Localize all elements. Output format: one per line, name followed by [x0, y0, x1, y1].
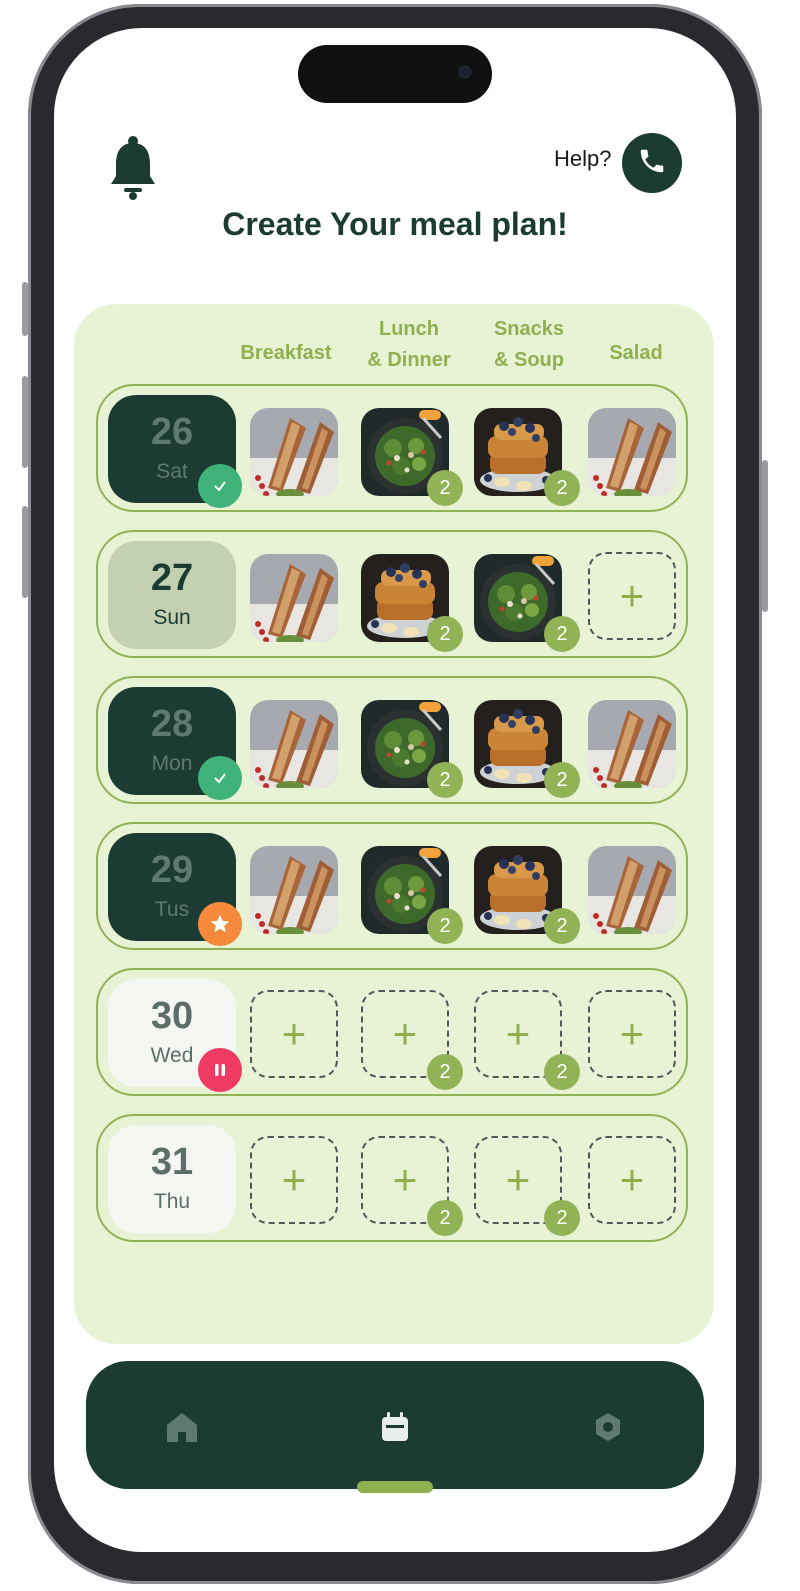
- star-icon: [209, 913, 231, 935]
- day-name: Sat: [156, 460, 188, 483]
- calendar-icon[interactable]: [377, 1409, 413, 1445]
- day-tile[interactable]: 27 Sun: [108, 541, 236, 649]
- plus-icon: +: [392, 1156, 418, 1203]
- column-header-lunch-dinner: Lunch & Dinner: [354, 314, 464, 376]
- plus-icon: +: [619, 1010, 645, 1057]
- day-number: 30: [150, 995, 194, 1037]
- plus-icon: +: [505, 1010, 531, 1057]
- serving-count-badge: 2: [427, 1054, 463, 1090]
- pause-icon: [211, 1061, 229, 1079]
- serving-count-badge: 2: [544, 1200, 580, 1236]
- column-header-line: Snacks: [493, 318, 565, 340]
- add-meal-button[interactable]: +: [250, 990, 338, 1078]
- column-header-breakfast: Breakfast: [240, 342, 332, 364]
- day-row: 26 Sat 2 2: [96, 384, 688, 512]
- day-row: 28 Mon 2 2: [96, 676, 688, 804]
- serving-count-badge: 2: [544, 908, 580, 944]
- app-screen: Help? Create Your meal plan! Breakfast L…: [54, 28, 736, 1552]
- column-header-line: & Soup: [494, 349, 564, 371]
- column-header-snacks-soup: Snacks & Soup: [474, 314, 584, 376]
- phone-button: [22, 282, 28, 336]
- day-row: 31 Thu + +2 +2 +: [96, 1114, 688, 1242]
- day-number: 26: [150, 411, 194, 453]
- plus-icon: +: [392, 1010, 418, 1057]
- serving-count-badge: 2: [544, 762, 580, 798]
- day-number: 31: [150, 1141, 194, 1183]
- phone-button: [762, 460, 768, 612]
- check-icon: [211, 769, 229, 787]
- column-header-line: Lunch: [379, 318, 439, 340]
- plus-icon: +: [281, 1010, 307, 1057]
- meal-image-sandwich[interactable]: [588, 700, 676, 788]
- serving-count-badge: 2: [544, 470, 580, 506]
- page-title: Create Your meal plan!: [222, 206, 568, 242]
- dynamic-island: [298, 45, 492, 103]
- home-icon[interactable]: [164, 1409, 200, 1445]
- day-number: 27: [150, 557, 194, 599]
- day-name: Wed: [150, 1044, 194, 1067]
- serving-count-badge: 2: [427, 1200, 463, 1236]
- call-button[interactable]: [622, 133, 682, 193]
- camera: [458, 65, 472, 79]
- serving-count-badge: 2: [427, 762, 463, 798]
- meal-image-sandwich[interactable]: [250, 408, 338, 496]
- meal-image-sandwich[interactable]: [588, 408, 676, 496]
- day-number: 29: [150, 849, 194, 891]
- day-name: Mon: [151, 752, 193, 775]
- meal-image-sandwich[interactable]: [588, 846, 676, 934]
- add-meal-button[interactable]: +: [250, 1136, 338, 1224]
- phone-button: [22, 376, 28, 468]
- day-name: Sun: [153, 606, 191, 629]
- serving-count-badge: 2: [544, 616, 580, 652]
- bottom-nav: [86, 1361, 704, 1489]
- serving-count-badge: 2: [427, 908, 463, 944]
- status-badge: [198, 464, 242, 508]
- day-row: 27 Sun 2 2 +: [96, 530, 688, 658]
- nav-active-indicator: [357, 1481, 433, 1493]
- plus-icon: +: [619, 1156, 645, 1203]
- day-row: 30 Wed + +2 +2 +: [96, 968, 688, 1096]
- meal-image-sandwich[interactable]: [250, 554, 338, 642]
- settings-icon[interactable]: [590, 1409, 626, 1445]
- day-name: Tus: [154, 898, 190, 921]
- plus-icon: +: [281, 1156, 307, 1203]
- status-badge: [198, 756, 242, 800]
- plus-icon: +: [619, 572, 645, 619]
- day-tile[interactable]: 31 Thu: [108, 1125, 236, 1233]
- add-meal-button[interactable]: +: [588, 552, 676, 640]
- day-row: 29 Tus 2 2: [96, 822, 688, 950]
- meal-image-sandwich[interactable]: [250, 700, 338, 788]
- bell-icon[interactable]: [110, 136, 156, 200]
- serving-count-badge: 2: [427, 470, 463, 506]
- help-label: Help?: [554, 146, 612, 171]
- phone-button: [22, 506, 28, 598]
- check-icon: [211, 477, 229, 495]
- add-meal-button[interactable]: +: [588, 1136, 676, 1224]
- plus-icon: +: [505, 1156, 531, 1203]
- day-number: 28: [150, 703, 194, 745]
- column-header-salad: Salad: [609, 342, 663, 364]
- phone-icon: [637, 146, 667, 181]
- serving-count-badge: 2: [427, 616, 463, 652]
- meal-plan-card: Breakfast Lunch & Dinner Snacks & Soup S…: [74, 304, 714, 1344]
- status-badge: [198, 902, 242, 946]
- serving-count-badge: 2: [544, 1054, 580, 1090]
- column-header-line: & Dinner: [367, 349, 451, 371]
- day-name: Thu: [153, 1190, 191, 1213]
- status-badge: [198, 1048, 242, 1092]
- meal-image-sandwich[interactable]: [250, 846, 338, 934]
- add-meal-button[interactable]: +: [588, 990, 676, 1078]
